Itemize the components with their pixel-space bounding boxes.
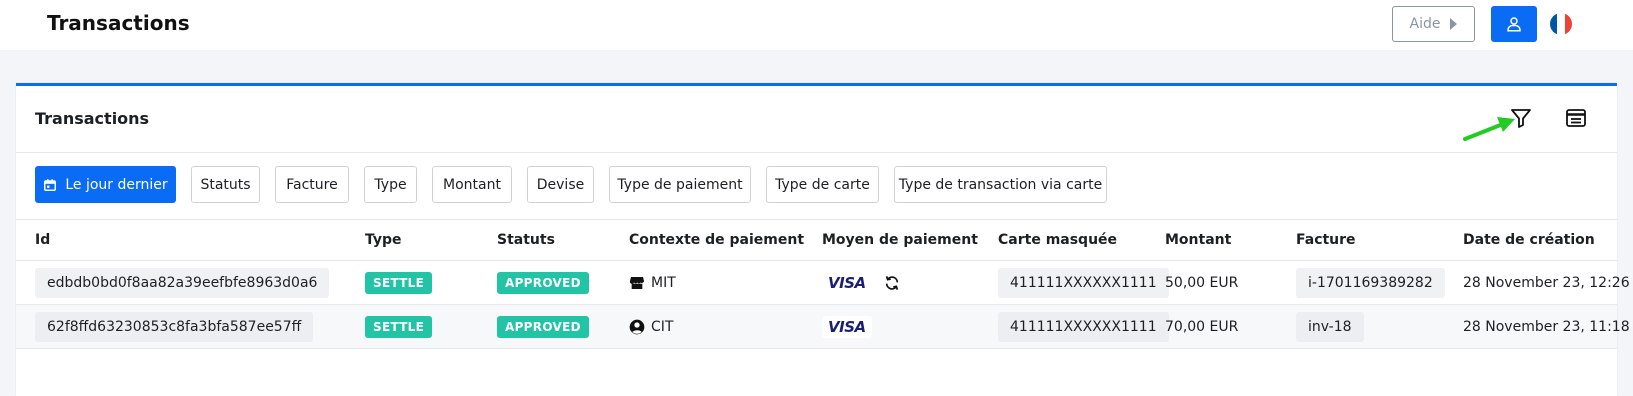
calendar-icon <box>44 178 57 191</box>
created-date: 28 November 23, 11:18 <box>1463 319 1630 335</box>
column-header-contexte[interactable]: Contexte de paiement <box>629 232 804 248</box>
help-button-label: Aide <box>1409 16 1441 32</box>
filter-type-carte[interactable]: Type de carte <box>766 166 879 203</box>
filter-type[interactable]: Type <box>364 166 417 203</box>
status-badge: APPROVED <box>497 316 589 338</box>
top-bar: Transactions Aide <box>0 0 1633 50</box>
filter-type-paiement[interactable]: Type de paiement <box>609 166 751 203</box>
table-row[interactable]: edbdb0bd0f8aa82a39eefbfe8963d0a6 SETTLE … <box>16 261 1630 305</box>
transaction-id[interactable]: 62f8ffd63230853c8fa3bfa587ee57ff <box>35 312 314 342</box>
date-range-filter-button[interactable]: Le jour dernier <box>35 166 176 203</box>
caret-right-icon <box>1450 18 1458 30</box>
invoice-ref[interactable]: inv-18 <box>1296 312 1364 342</box>
column-header-moyen[interactable]: Moyen de paiement <box>822 232 978 248</box>
created-date: 28 November 23, 12:26 <box>1463 275 1630 291</box>
table-header: Id Type Statuts Contexte de paiement Moy… <box>16 219 1617 261</box>
visa-logo: VISA <box>822 272 872 294</box>
store-icon <box>629 277 644 289</box>
payment-context: MIT <box>651 275 676 291</box>
masked-card: 411111XXXXXX1111 <box>998 268 1169 298</box>
column-header-montant[interactable]: Montant <box>1165 232 1231 248</box>
amount: 70,00 EUR <box>1165 319 1239 335</box>
transactions-card: Transactions Le jour dernier Statuts Fac… <box>16 83 1630 396</box>
amount: 50,00 EUR <box>1165 275 1239 291</box>
filter-devise[interactable]: Devise <box>527 166 594 203</box>
card-header: Transactions <box>16 86 1617 153</box>
user-icon <box>1507 17 1521 32</box>
refresh-icon <box>885 276 898 290</box>
flag-blue-stripe <box>1550 13 1558 35</box>
column-header-id[interactable]: Id <box>35 232 50 248</box>
type-badge: SETTLE <box>365 272 433 294</box>
column-header-type[interactable]: Type <box>365 232 402 248</box>
filter-facture[interactable]: Facture <box>275 166 349 203</box>
filter-type-transaction-carte[interactable]: Type de transaction via carte <box>894 166 1107 203</box>
column-header-date[interactable]: Date de création <box>1463 232 1595 248</box>
status-badge: APPROVED <box>497 272 589 294</box>
column-header-facture[interactable]: Facture <box>1296 232 1356 248</box>
table-row[interactable]: 62f8ffd63230853c8fa3bfa587ee57ff SETTLE … <box>16 305 1630 349</box>
user-account-button[interactable] <box>1491 6 1537 42</box>
type-badge: SETTLE <box>365 316 433 338</box>
column-header-statuts[interactable]: Statuts <box>497 232 555 248</box>
filter-statuts[interactable]: Statuts <box>191 166 260 203</box>
masked-card: 411111XXXXXX1111 <box>998 312 1169 342</box>
invoice-ref[interactable]: i-1701169389282 <box>1296 268 1445 298</box>
visa-logo: VISA <box>822 316 872 338</box>
flag-white-stripe <box>1557 13 1565 35</box>
card-title: Transactions <box>35 109 150 128</box>
language-flag-fr[interactable] <box>1550 13 1572 35</box>
page-title: Transactions <box>47 11 190 35</box>
user-circle-icon <box>629 319 645 335</box>
help-button[interactable]: Aide <box>1392 6 1475 42</box>
flag-red-stripe <box>1564 13 1572 35</box>
date-range-label: Le jour dernier <box>65 176 168 193</box>
payment-context: CIT <box>651 319 674 335</box>
filter-icon[interactable] <box>1509 106 1533 130</box>
columns-settings-icon[interactable] <box>1564 106 1588 130</box>
transaction-id[interactable]: edbdb0bd0f8aa82a39eefbfe8963d0a6 <box>35 268 330 298</box>
filter-montant[interactable]: Montant <box>432 166 512 203</box>
column-header-carte[interactable]: Carte masquée <box>998 232 1117 248</box>
